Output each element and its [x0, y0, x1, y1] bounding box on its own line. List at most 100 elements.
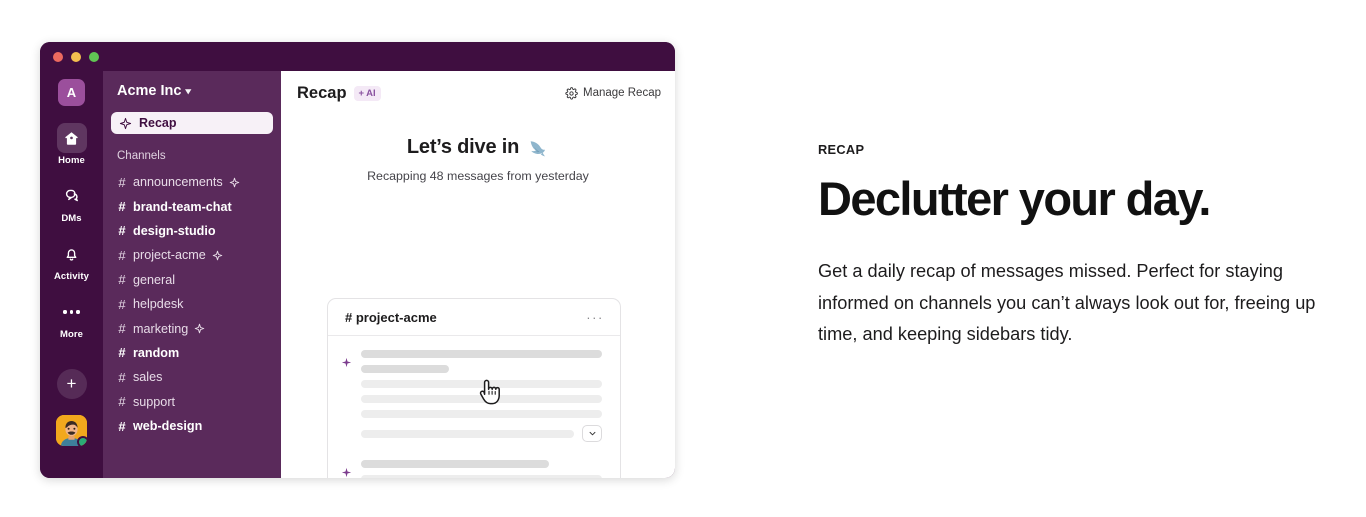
- screenshot-root: A Home DMs Activity More + Acme Inc ▾ Re…: [0, 0, 1366, 517]
- promo-heading: Declutter your day.: [818, 172, 1211, 225]
- rail-item-more[interactable]: More: [40, 297, 103, 340]
- app-icon-rail: A Home DMs Activity More +: [40, 71, 103, 478]
- ai-badge-label: AI: [366, 87, 376, 99]
- channel-name: announcements: [133, 175, 223, 190]
- chevron-down-icon: [589, 431, 595, 436]
- channel-item[interactable]: # project-acme: [103, 243, 281, 267]
- sparkle-icon: [229, 177, 239, 187]
- promo-panel: RECAP Declutter your day. Get a daily re…: [818, 142, 1328, 350]
- channel-name: helpdesk: [133, 297, 184, 312]
- recap-hero: Let’s dive in Recapping 48 messages from…: [281, 136, 675, 183]
- channel-item[interactable]: # random: [103, 341, 281, 365]
- workspace-badge[interactable]: A: [58, 79, 85, 106]
- sidebar-item-recap-label: Recap: [139, 116, 177, 130]
- hash-icon: #: [118, 247, 126, 263]
- sparkle-icon: [195, 323, 205, 334]
- channel-name: project-acme: [133, 248, 206, 263]
- channel-item[interactable]: # support: [103, 390, 281, 414]
- hero-title-row: Let’s dive in: [407, 136, 549, 159]
- ellipsis-icon: [57, 297, 87, 327]
- hash-icon: #: [118, 394, 126, 410]
- channel-name: marketing: [133, 321, 189, 336]
- skeleton-bar: [361, 380, 602, 388]
- chevron-down-icon: ▾: [185, 85, 192, 96]
- channel-item[interactable]: # design-studio: [103, 219, 281, 243]
- dms-icon: [57, 181, 87, 211]
- recap-message-card: # project-acme ···: [327, 298, 621, 478]
- card-channel-name: # project-acme: [345, 309, 437, 325]
- channel-name: sales: [133, 370, 163, 385]
- rail-item-dms[interactable]: DMs: [40, 181, 103, 224]
- skeleton-bar: [361, 475, 602, 478]
- rail-label-more: More: [59, 329, 84, 340]
- sparkle-icon: [212, 250, 223, 261]
- minimize-window-button[interactable]: [71, 52, 81, 62]
- presence-indicator: [77, 436, 87, 446]
- channel-item[interactable]: # marketing: [103, 316, 281, 340]
- skeleton-bar: [361, 365, 449, 373]
- card-overflow-menu-button[interactable]: ···: [586, 311, 604, 324]
- new-item-button[interactable]: +: [56, 369, 87, 399]
- skeleton-bar: [361, 429, 574, 438]
- rail-label-activity: Activity: [53, 271, 90, 282]
- hero-subtitle: Recapping 48 messages from yesterday: [367, 169, 589, 183]
- sparkle-icon: [341, 460, 352, 478]
- skeleton-bar: [361, 350, 602, 358]
- workspace-name: Acme Inc: [117, 83, 182, 99]
- channel-item[interactable]: # brand-team-chat: [103, 194, 281, 218]
- channel-name: general: [133, 272, 176, 287]
- promo-eyebrow: RECAP: [818, 142, 865, 157]
- channel-item[interactable]: # helpdesk: [103, 292, 281, 316]
- hash-icon: #: [118, 223, 126, 239]
- hash-icon: #: [118, 369, 126, 385]
- channel-item[interactable]: # web-design: [103, 414, 281, 438]
- hash-icon: #: [118, 199, 126, 215]
- hash-icon: #: [118, 272, 126, 288]
- hash-icon: #: [118, 174, 126, 190]
- skeleton-lines: [361, 350, 602, 442]
- channel-item[interactable]: # general: [103, 268, 281, 292]
- plus-icon: +: [358, 87, 365, 99]
- home-icon: [56, 123, 87, 153]
- recap-message-item: [341, 460, 602, 478]
- channel-item[interactable]: # announcements: [103, 170, 281, 194]
- maximize-window-button[interactable]: [89, 52, 99, 62]
- hash-icon: #: [118, 296, 126, 312]
- main-title-group: Recap + AI: [297, 84, 381, 103]
- channel-name: design-studio: [133, 223, 216, 238]
- rail-item-activity[interactable]: Activity: [40, 239, 103, 282]
- channels-section-heading: Channels: [117, 150, 166, 162]
- workspace-switcher[interactable]: Acme Inc ▾: [103, 83, 281, 99]
- channel-name: random: [133, 345, 180, 360]
- main-header: Recap + AI Manage Recap: [281, 71, 675, 115]
- page-title: Recap: [297, 83, 347, 102]
- dolphin-icon: [530, 140, 546, 156]
- gear-icon: [565, 86, 578, 100]
- expand-message-button[interactable]: [582, 425, 602, 442]
- window-titlebar: [40, 42, 675, 71]
- channel-list: # announcements # brand-team-chat # design-st…: [103, 170, 281, 438]
- sparkle-icon: [341, 350, 352, 442]
- channel-name: web-design: [133, 419, 203, 434]
- sidebar-item-recap[interactable]: Recap: [111, 112, 273, 134]
- channel-name: support: [133, 394, 176, 409]
- skeleton-bar: [361, 395, 602, 403]
- bell-icon: [57, 239, 87, 269]
- channel-name: brand-team-chat: [133, 199, 232, 214]
- avatar[interactable]: [56, 415, 87, 446]
- close-window-button[interactable]: [53, 52, 63, 62]
- card-body: [328, 336, 620, 478]
- sparkle-icon: [119, 117, 132, 129]
- rail-label-home: Home: [58, 155, 85, 166]
- promo-body: Get a daily recap of messages missed. Pe…: [818, 261, 1316, 344]
- hash-icon: #: [118, 321, 126, 337]
- main-content-panel: Recap + AI Manage Recap Let’s dive in Re…: [281, 71, 675, 478]
- skeleton-bar: [361, 460, 549, 468]
- rail-item-home[interactable]: Home: [40, 123, 103, 166]
- hash-icon: #: [118, 418, 126, 434]
- channel-item[interactable]: # sales: [103, 365, 281, 389]
- ai-badge: + AI: [353, 85, 381, 101]
- channel-sidebar: Acme Inc ▾ Recap Channels # announcements…: [103, 71, 281, 478]
- skeleton-lines: [361, 460, 602, 478]
- manage-recap-button[interactable]: Manage Recap: [565, 86, 661, 100]
